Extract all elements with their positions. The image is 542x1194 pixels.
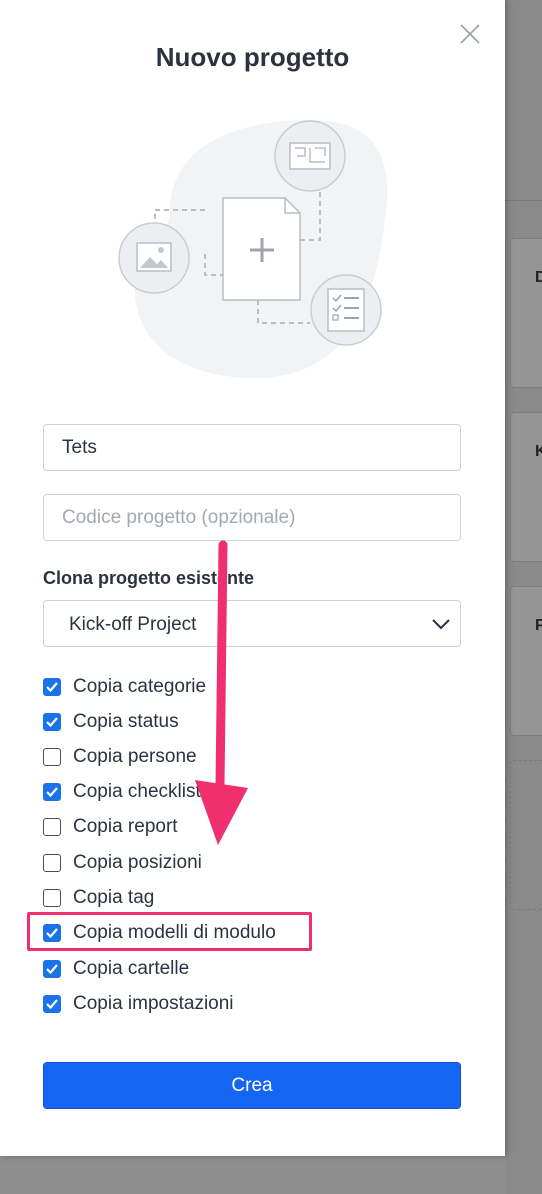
checkbox-unchecked-icon[interactable] — [43, 889, 61, 907]
option-copy-positions[interactable]: Copia posizioni — [43, 850, 202, 876]
checkbox-unchecked-icon[interactable] — [43, 748, 61, 766]
option-copy-categories[interactable]: Copia categorie — [43, 674, 206, 700]
annotation-arrow-icon — [195, 540, 248, 845]
clone-project-selected-value: Kick-off Project — [69, 614, 197, 635]
background-card-1-letter: D — [535, 269, 542, 286]
checkbox-checked-icon[interactable] — [43, 783, 61, 801]
option-label: Copia tag — [73, 887, 155, 908]
background-dropzone — [510, 760, 542, 910]
option-label: Copia categorie — [73, 676, 207, 697]
background-card-3: P — [510, 586, 542, 736]
option-copy-folders[interactable]: Copia cartelle — [43, 956, 189, 982]
modal-title: Nuovo progetto — [155, 42, 350, 72]
background-divider — [505, 200, 542, 201]
checkbox-checked-icon[interactable] — [43, 713, 61, 731]
project-name-input[interactable] — [43, 424, 461, 471]
checkbox-checked-icon[interactable] — [43, 960, 61, 978]
option-label: Copia persone — [73, 746, 197, 767]
option-label: Copia cartelle — [73, 958, 190, 979]
background-card-1: D — [510, 238, 542, 388]
new-project-illustration — [118, 120, 388, 379]
project-code-input[interactable] — [43, 494, 461, 541]
option-label: Copia status — [73, 711, 179, 732]
background-card-2: K — [510, 412, 542, 562]
option-label: Copia impostazioni — [73, 993, 234, 1014]
option-copy-checklist[interactable]: Copia checklist — [43, 779, 201, 805]
annotation-highlight-box — [27, 912, 312, 951]
create-button[interactable]: Crea — [43, 1062, 461, 1109]
option-label: Copia posizioni — [73, 852, 202, 873]
option-copy-settings[interactable]: Copia impostazioni — [43, 991, 234, 1017]
option-label: Copia checklist — [73, 781, 201, 802]
option-copy-tag[interactable]: Copia tag — [43, 885, 154, 911]
option-copy-people[interactable]: Copia persone — [43, 744, 197, 770]
checkbox-checked-icon[interactable] — [43, 995, 61, 1013]
checkbox-unchecked-icon[interactable] — [43, 854, 61, 872]
background-card-3-letter: P — [535, 617, 542, 634]
option-copy-status[interactable]: Copia status — [43, 709, 179, 735]
option-copy-report[interactable]: Copia report — [43, 814, 178, 840]
option-label: Copia report — [73, 816, 178, 837]
chevron-down-icon — [432, 619, 450, 630]
checkbox-unchecked-icon[interactable] — [43, 818, 61, 836]
background-card-2-letter: K — [535, 443, 542, 460]
checkbox-checked-icon[interactable] — [43, 678, 61, 696]
